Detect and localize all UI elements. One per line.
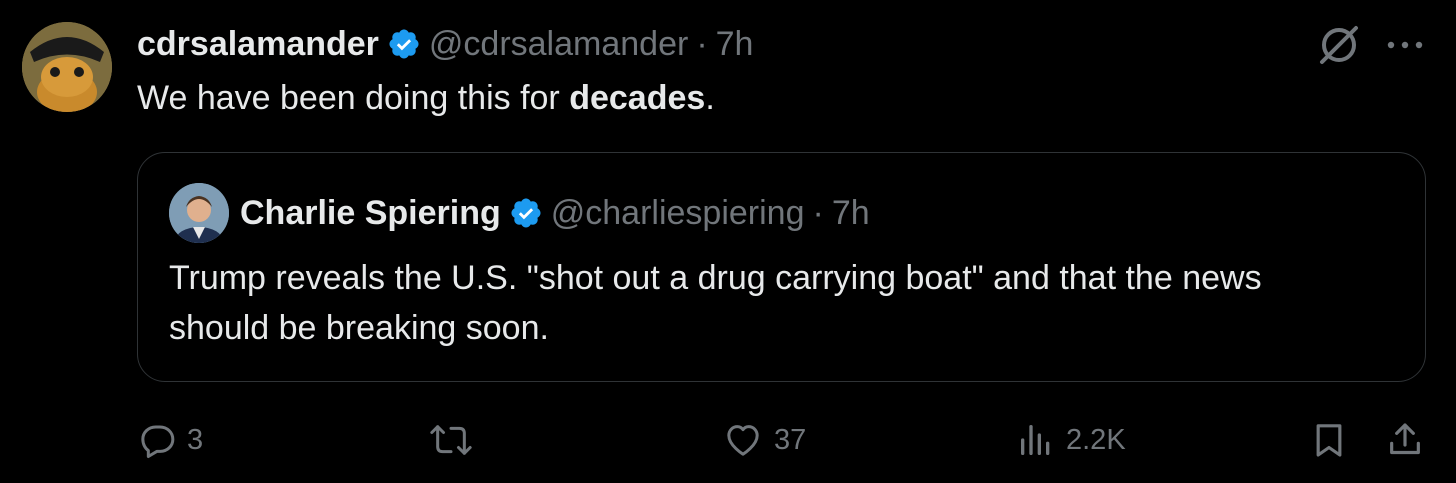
more-icon[interactable]: [1382, 22, 1428, 68]
repost-button[interactable]: [428, 410, 484, 470]
share-icon: [1390, 423, 1420, 455]
tweet-timestamp[interactable]: 7h: [716, 25, 754, 64]
tweet-header: cdrsalamander @cdrsalamander · 7h: [137, 22, 753, 66]
tweet-action-bar: 3 37 2.2K: [0, 410, 1456, 470]
verified-badge-icon: [387, 27, 421, 61]
tweet-text-prefix: We have been doing this for: [137, 79, 570, 117]
quoted-tweet-header: Charlie Spiering @charliespiering · 7h: [240, 191, 870, 235]
like-count: 37: [774, 423, 807, 456]
author-avatar[interactable]: [22, 22, 112, 112]
quoted-tweet-card[interactable]: Charlie Spiering @charliespiering · 7h T…: [137, 152, 1426, 382]
like-button[interactable]: 37: [722, 410, 806, 470]
separator-dot: ·: [812, 193, 824, 232]
views-count: 2.2K: [1066, 423, 1126, 456]
quoted-author-avatar: [169, 183, 229, 243]
author-display-name[interactable]: cdrsalamander: [137, 25, 379, 64]
verified-badge-icon: [509, 196, 543, 230]
author-handle[interactable]: @cdrsalamander: [429, 25, 688, 64]
tweet-text-suffix: .: [705, 79, 715, 117]
like-icon: [727, 425, 759, 456]
quoted-tweet-timestamp[interactable]: 7h: [832, 194, 870, 233]
reply-icon: [141, 425, 175, 458]
tweet-text-bold: decades: [569, 79, 706, 117]
separator-dot: ·: [696, 24, 708, 63]
repost-icon: [430, 425, 472, 455]
reply-count: 3: [187, 423, 204, 456]
bookmark-icon: [1316, 424, 1342, 457]
quoted-tweet-text: Trump reveals the U.S. "shot out a drug …: [169, 259, 1262, 347]
share-button[interactable]: [1385, 410, 1425, 470]
reply-button[interactable]: 3: [137, 410, 203, 470]
quoted-author-handle[interactable]: @charliespiering: [551, 194, 805, 233]
views-button[interactable]: 2.2K: [1016, 410, 1126, 470]
views-icon: [1021, 425, 1050, 455]
quoted-author-display-name[interactable]: Charlie Spiering: [240, 194, 501, 233]
bookmark-button[interactable]: [1309, 410, 1349, 470]
tweet-text: We have been doing this for decades.: [137, 74, 715, 122]
grok-icon[interactable]: [1316, 22, 1362, 68]
